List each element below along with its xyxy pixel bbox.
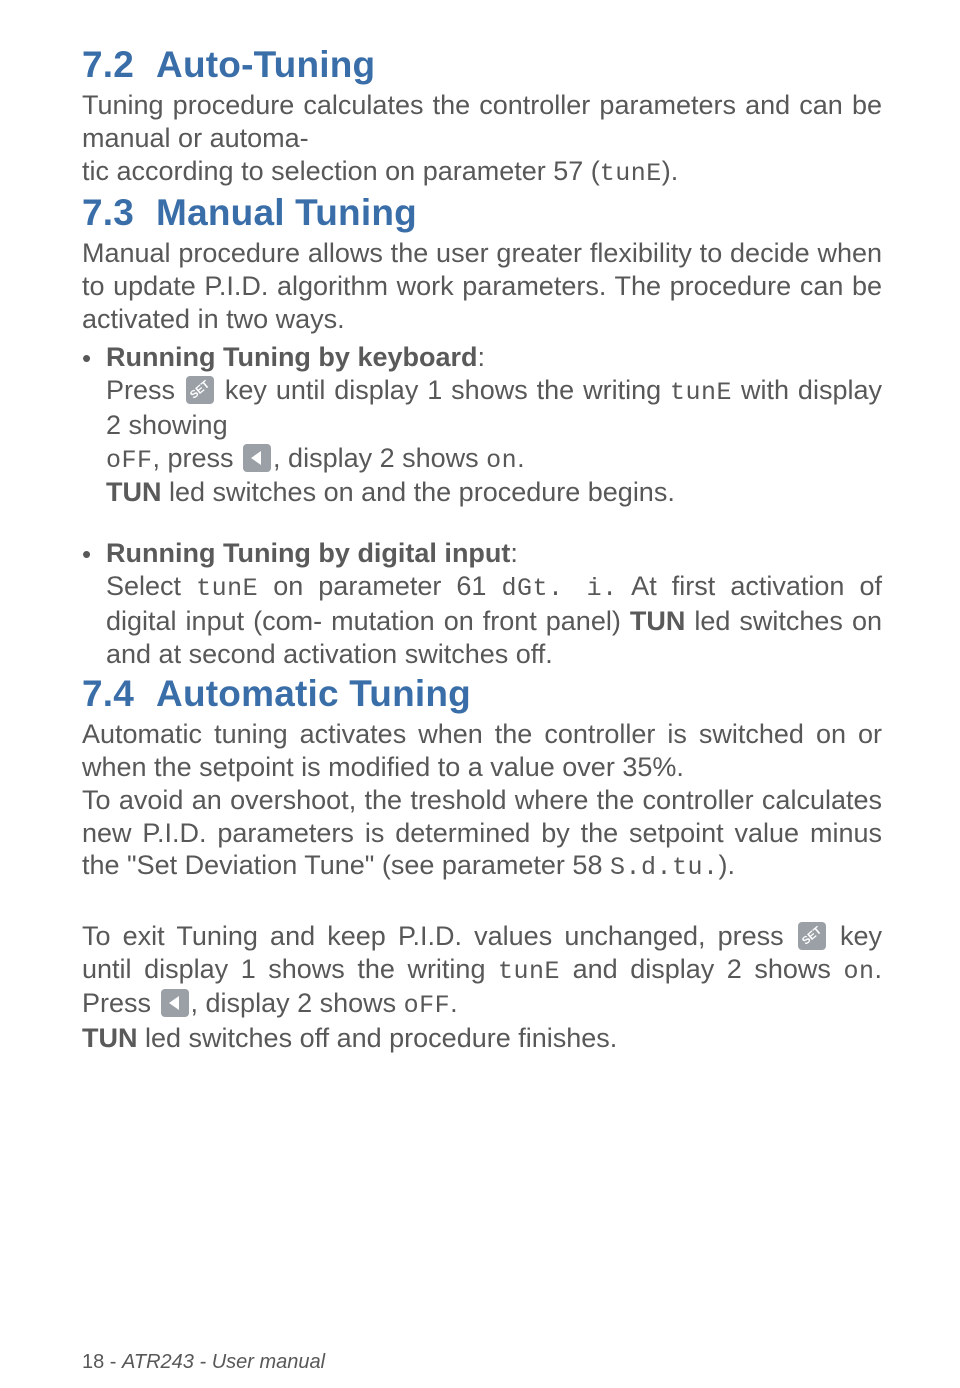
text: and display 2 shows <box>560 954 843 984</box>
segment-text-tune: tunE <box>196 574 258 603</box>
text: mutation on front panel) <box>331 606 630 636</box>
text-tun: TUN <box>630 606 686 636</box>
paragraph-7-3-intro: Manual procedure allows the user greater… <box>82 237 882 336</box>
footer-separator: - <box>104 1351 122 1373</box>
heading-title: Manual Tuning <box>156 192 417 233</box>
segment-text-dgt: dGt. i. <box>502 574 618 603</box>
segment-text-sdtu: S.d.tu. <box>610 853 719 882</box>
text: ). <box>662 156 679 186</box>
bullet-dot-icon: • <box>82 537 106 569</box>
paragraph-exit-tuning: To exit Tuning and keep P.I.D. values un… <box>82 920 882 1055</box>
page-number: 18 <box>82 1351 104 1373</box>
text: ). <box>719 850 736 880</box>
heading-7-3: 7.3 Manual Tuning <box>82 190 882 235</box>
svg-text:SET: SET <box>188 379 212 402</box>
svg-text:SET: SET <box>800 924 824 947</box>
paragraph-7-4-b: To avoid an overshoot, the treshold wher… <box>82 784 882 884</box>
heading-7-2: 7.2 Auto-Tuning <box>82 42 882 87</box>
text: , display 2 shows <box>191 988 404 1018</box>
text: led switches off and procedure finishes. <box>138 1023 618 1053</box>
page-footer: 18 - ATR243 - User manual <box>82 1350 325 1374</box>
heading-title: Auto-Tuning <box>156 44 375 85</box>
text-tun: TUN <box>82 1023 138 1053</box>
heading-title: Automatic Tuning <box>156 673 471 714</box>
footer-doc-title: ATR243 - User manual <box>122 1351 325 1373</box>
text: To avoid an overshoot, the treshold wher… <box>82 785 882 881</box>
heading-number: 7.2 <box>82 44 134 85</box>
text: Press <box>106 375 184 405</box>
bullet-title: Running Tuning by keyboard <box>106 342 478 372</box>
heading-7-4: 7.4 Automatic Tuning <box>82 671 882 716</box>
text: tic according to selection on parameter … <box>82 156 600 186</box>
bullet-dot-icon: • <box>82 341 106 373</box>
segment-text-tune: tunE <box>600 159 662 188</box>
text: led switches on and the procedure begins… <box>162 477 675 507</box>
segment-text-off: oFF <box>106 446 153 475</box>
text: . <box>517 443 525 473</box>
segment-text-tune: tunE <box>670 378 732 407</box>
arrow-key-icon <box>161 989 189 1017</box>
text: Tuning procedure calculates the controll… <box>82 90 882 153</box>
paragraph-7-2: Tuning procedure calculates the controll… <box>82 89 882 189</box>
text: . <box>450 988 458 1018</box>
bullet-item-digital-input: • Running Tuning by digital input: Selec… <box>82 537 882 670</box>
text-tun: TUN <box>106 477 162 507</box>
arrow-key-icon <box>243 444 271 472</box>
heading-number: 7.4 <box>82 673 134 714</box>
paragraph-7-4-a: Automatic tuning activates when the cont… <box>82 718 882 784</box>
set-key-icon: SET <box>186 376 214 404</box>
text: Manual procedure allows the user greater… <box>82 238 882 334</box>
text: , press <box>153 443 242 473</box>
bullet-item-keyboard: • Running Tuning by keyboard: Press SET … <box>82 341 882 509</box>
segment-text-tune: tunE <box>498 957 560 986</box>
text: key until display 1 shows the writing <box>216 375 670 405</box>
text: To exit Tuning and keep P.I.D. values un… <box>82 921 796 951</box>
set-key-icon: SET <box>798 922 826 950</box>
segment-text-on: on <box>843 957 874 986</box>
segment-text-off: oFF <box>404 991 451 1020</box>
text: on parameter 61 <box>258 571 501 601</box>
segment-text-on: on <box>486 446 517 475</box>
text: Select <box>106 571 196 601</box>
text: , display 2 shows <box>273 443 486 473</box>
bullet-title: Running Tuning by digital input <box>106 538 510 568</box>
text: Automatic tuning activates when the cont… <box>82 719 882 782</box>
heading-number: 7.3 <box>82 192 134 233</box>
